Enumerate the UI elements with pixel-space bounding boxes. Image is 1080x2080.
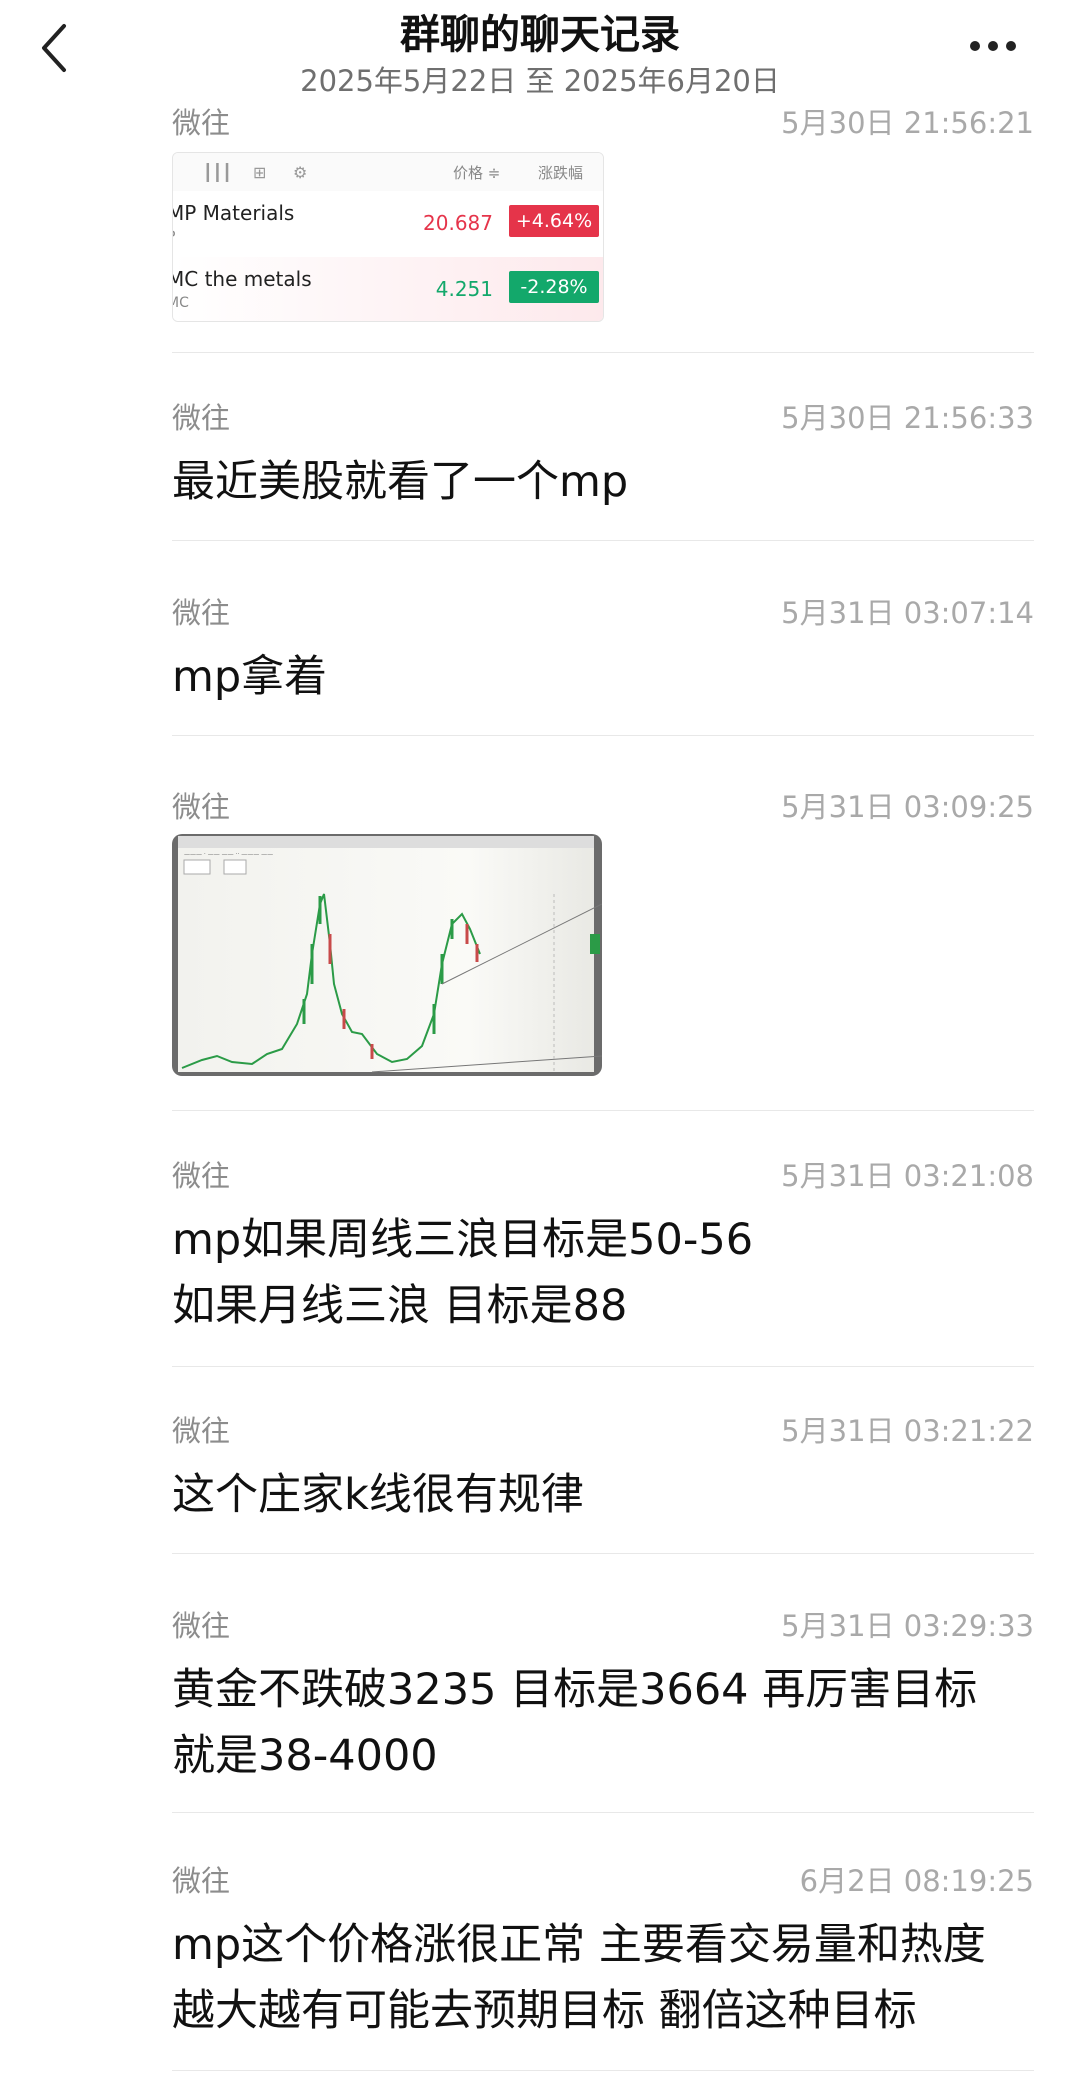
chart-photo-image[interactable]: ——— · —— —— ·· ——— —— — [172, 834, 602, 1076]
message-sender: 微往 — [172, 596, 231, 630]
message-time: 5月30日 21:56:21 — [781, 106, 1034, 140]
page-title: 群聊的聊天记录 — [400, 12, 680, 58]
stock-name: MC the metals — [172, 267, 312, 291]
grid-icon: ⊞ — [253, 163, 267, 182]
message-sender: 微往 — [172, 1609, 231, 1643]
message-sender: 微往 — [172, 401, 231, 435]
message-time: 5月31日 03:29:33 — [781, 1609, 1034, 1643]
candlestick-chart-photo: ——— · —— —— ·· ——— —— — [178, 836, 602, 1073]
divider — [172, 1110, 1034, 1111]
message-text: 最近美股就看了一个mp — [172, 457, 629, 507]
stock-code: MC — [173, 295, 189, 311]
message-sender: 微往 — [172, 106, 231, 140]
message-sender: 微往 — [172, 1864, 231, 1898]
message-time: 6月2日 08:19:25 — [799, 1864, 1034, 1898]
message-text: 黄金不跌破3235 目标是3664 再厉害目标 就是38-4000 — [172, 1665, 978, 1781]
divider — [172, 1812, 1034, 1813]
svg-text:——— · —— —— ·· ——— ——: ——— · —— —— ·· ——— —— — [184, 851, 273, 858]
message-time: 5月31日 03:07:14 — [781, 596, 1034, 630]
divider — [172, 1366, 1034, 1367]
divider — [172, 2070, 1034, 2071]
stock-code: P — [173, 229, 175, 245]
change-column-header: 涨跌幅 — [538, 164, 584, 182]
stock-change-badge: -2.28% — [509, 271, 599, 303]
stock-card-image[interactable]: ┃┃┃ ⊞ ⚙ 价格 ≑ 涨跌幅 MP Materials P 20.687 +… — [172, 152, 604, 322]
stock-row: MC the metals MC 4.251 -2.28% — [173, 257, 603, 321]
message-time: 5月31日 03:09:25 — [781, 790, 1034, 824]
stock-card-header: ┃┃┃ ⊞ ⚙ 价格 ≑ 涨跌幅 — [173, 153, 603, 192]
stock-price: 20.687 — [423, 211, 493, 235]
divider — [172, 540, 1034, 541]
message-time: 5月31日 03:21:08 — [781, 1159, 1034, 1193]
message-sender: 微往 — [172, 1414, 231, 1448]
divider — [172, 352, 1034, 353]
message-text: mp拿着 — [172, 652, 328, 702]
stock-name: MP Materials — [172, 201, 295, 225]
divider — [172, 735, 1034, 736]
price-column-header: 价格 ≑ — [453, 164, 501, 182]
stock-change-badge: +4.64% — [509, 205, 599, 237]
message-sender: 微往 — [172, 1159, 231, 1193]
message-text: mp这个价格涨很正常 主要看交易量和热度 越大越有可能去预期目标 翻倍这种目标 — [172, 1920, 986, 2036]
settings-icon: ⚙ — [293, 163, 308, 182]
candle-icon: ┃┃┃ — [203, 163, 232, 182]
message-text: 这个庄家k线很有规律 — [172, 1470, 584, 1520]
header: 群聊的聊天记录 2025年5月22日 至 2025年6月20日 — [0, 0, 1080, 100]
stock-row: MP Materials P 20.687 +4.64% — [173, 191, 603, 255]
more-options-icon[interactable] — [970, 36, 1030, 56]
message-time: 5月31日 03:21:22 — [781, 1414, 1034, 1448]
message-text: mp如果周线三浪目标是50-56 如果月线三浪 目标是88 — [172, 1215, 754, 1331]
message-sender: 微往 — [172, 790, 231, 824]
stock-price: 4.251 — [435, 277, 493, 301]
message-time: 5月30日 21:56:33 — [781, 401, 1034, 435]
divider — [172, 1553, 1034, 1554]
date-range: 2025年5月22日 至 2025年6月20日 — [300, 64, 780, 98]
